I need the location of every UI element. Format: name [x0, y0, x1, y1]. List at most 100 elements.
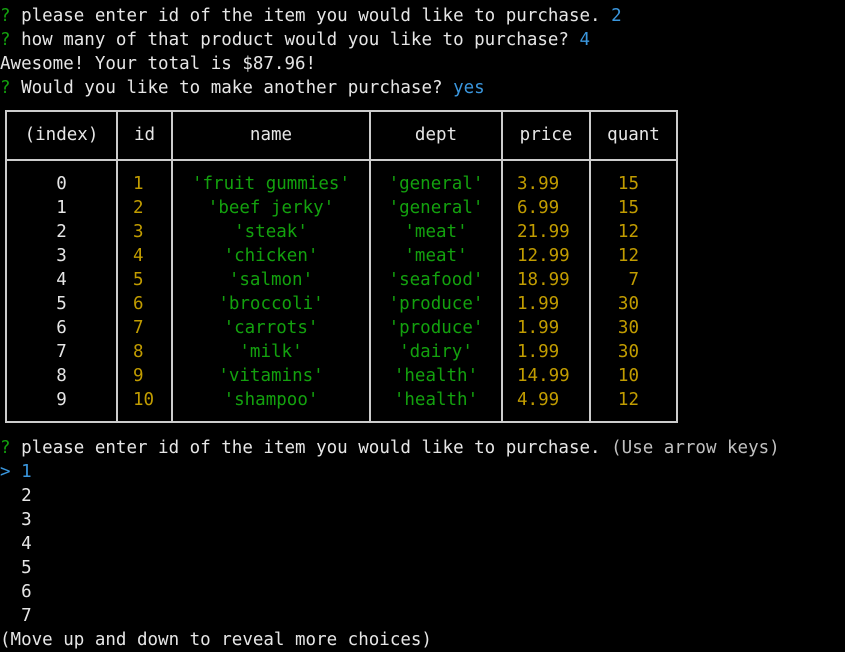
prompt-mark: ?	[0, 30, 11, 50]
table-cell-index: 8	[56, 366, 67, 386]
prompt-mark: ?	[0, 78, 11, 98]
table-cell-id: 7	[133, 318, 144, 338]
header-quant: quant	[607, 125, 660, 145]
table-cell-price: 21.99	[517, 222, 570, 242]
choice-item[interactable]: 4	[0, 532, 32, 556]
table-cell-id: 2	[133, 198, 144, 218]
answer-text: 4	[579, 30, 591, 50]
header-id: id	[133, 125, 156, 145]
choice-label: 4	[21, 534, 32, 554]
table-cell-name: 'vitamins'	[218, 366, 324, 386]
table-cell-quant: 10	[617, 366, 639, 386]
table-cell-quant: 12	[617, 390, 639, 410]
product-table: (index) id name dept price quant 0 1 'frui…	[5, 110, 678, 423]
header-divider	[7, 159, 676, 161]
table-cell-quant: 12	[617, 222, 639, 242]
question-text: Would you like to make another purchase?	[21, 78, 443, 98]
choice-item[interactable]: 2	[0, 484, 32, 508]
header-dept: dept	[414, 125, 458, 145]
table-cell-id: 1	[133, 174, 144, 194]
table-cell-quant: 30	[617, 294, 639, 314]
table-cell-dept: 'produce'	[388, 318, 484, 338]
choice-item[interactable]: 7	[0, 604, 32, 628]
table-cell-index: 1	[56, 198, 67, 218]
current-question: ? please enter id of the item you would …	[0, 436, 780, 460]
table-cell-price: 1.99	[517, 318, 560, 338]
table-cell-name: 'milk'	[239, 342, 303, 362]
table-cell-index: 7	[56, 342, 67, 362]
table-cell-price: 6.99	[517, 198, 560, 218]
table-cell-id: 5	[133, 270, 144, 290]
table-cell-name: 'shampoo'	[223, 390, 319, 410]
table-cell-id: 9	[133, 366, 144, 386]
table-cell-id: 6	[133, 294, 144, 314]
table-cell-id: 8	[133, 342, 144, 362]
question-text: please enter id of the item you would li…	[21, 6, 601, 26]
table-cell-index: 4	[56, 270, 67, 290]
choice-item[interactable]: 6	[0, 580, 32, 604]
table-cell-quant: 30	[617, 342, 639, 362]
table-cell-quant: 30	[617, 318, 639, 338]
choice-label: 7	[21, 606, 32, 626]
table-cell-dept: 'health'	[393, 366, 479, 386]
choice-label: 6	[21, 582, 32, 602]
table-cell-dept: 'produce'	[388, 294, 484, 314]
table-cell-index: 6	[56, 318, 67, 338]
question-text: how many of that product would you like …	[21, 30, 569, 50]
history-question-2: ? how many of that product would you lik…	[0, 28, 590, 52]
table-cell-name: 'carrots'	[223, 318, 319, 338]
table-cell-dept: 'meat'	[404, 246, 468, 266]
table-cell-price: 12.99	[517, 246, 570, 266]
table-cell-dept: 'meat'	[404, 222, 468, 242]
more-choices-footer: (Move up and down to reveal more choices…	[0, 630, 432, 650]
table-cell-quant: 15	[617, 174, 639, 194]
table-cell-name: 'beef jerky'	[207, 198, 335, 218]
choice-label: 1	[21, 462, 32, 482]
header-price: price	[519, 125, 573, 145]
table-cell-name: 'salmon'	[228, 270, 314, 290]
table-cell-index: 3	[56, 246, 67, 266]
table-cell-index: 2	[56, 222, 67, 242]
hint-text: (Use arrow keys)	[611, 438, 780, 458]
table-cell-quant: 7	[628, 270, 639, 290]
pointer-icon: >	[0, 462, 11, 482]
choice-item[interactable]: 5	[0, 556, 32, 580]
table-cell-id: 10	[133, 390, 155, 410]
table-cell-index: 9	[56, 390, 67, 410]
table-cell-id: 3	[133, 222, 144, 242]
prompt-mark: ?	[0, 438, 11, 458]
table-cell-name: 'chicken'	[223, 246, 319, 266]
history-question-3: ? Would you like to make another purchas…	[0, 76, 485, 100]
choice-item[interactable]: > 1	[0, 460, 32, 484]
table-cell-id: 4	[133, 246, 144, 266]
history-question-1: ? please enter id of the item you would …	[0, 4, 622, 28]
choice-label: 3	[21, 510, 32, 530]
table-cell-index: 5	[56, 294, 67, 314]
answer-text: yes	[453, 78, 485, 98]
question-text: please enter id of the item you would li…	[21, 438, 601, 458]
table-cell-price: 18.99	[517, 270, 570, 290]
table-cell-name: 'broccoli'	[218, 294, 324, 314]
total-message: Awesome! Your total is $87.96!	[0, 54, 317, 74]
table-cell-dept: 'seafood'	[388, 270, 484, 290]
table-cell-price: 1.99	[517, 294, 560, 314]
table-cell-quant: 15	[617, 198, 639, 218]
table-cell-name: 'steak'	[234, 222, 308, 242]
choice-label: 5	[21, 558, 32, 578]
prompt-mark: ?	[0, 6, 11, 26]
header-name: name	[249, 125, 293, 145]
table-cell-price: 1.99	[517, 342, 560, 362]
table-cell-dept: 'health'	[393, 390, 479, 410]
table-cell-dept: 'dairy'	[399, 342, 473, 362]
table-cell-price: 3.99	[517, 174, 560, 194]
table-cell-name: 'fruit gummies'	[191, 174, 351, 194]
table-cell-price: 4.99	[517, 390, 560, 410]
header-index: (index)	[24, 125, 99, 145]
table-cell-price: 14.99	[517, 366, 570, 386]
table-cell-dept: 'general'	[388, 198, 484, 218]
answer-text: 2	[611, 6, 622, 26]
table-cell-dept: 'general'	[388, 174, 484, 194]
table-cell-index: 0	[56, 174, 67, 194]
choice-item[interactable]: 3	[0, 508, 32, 532]
table-cell-quant: 12	[617, 246, 639, 266]
